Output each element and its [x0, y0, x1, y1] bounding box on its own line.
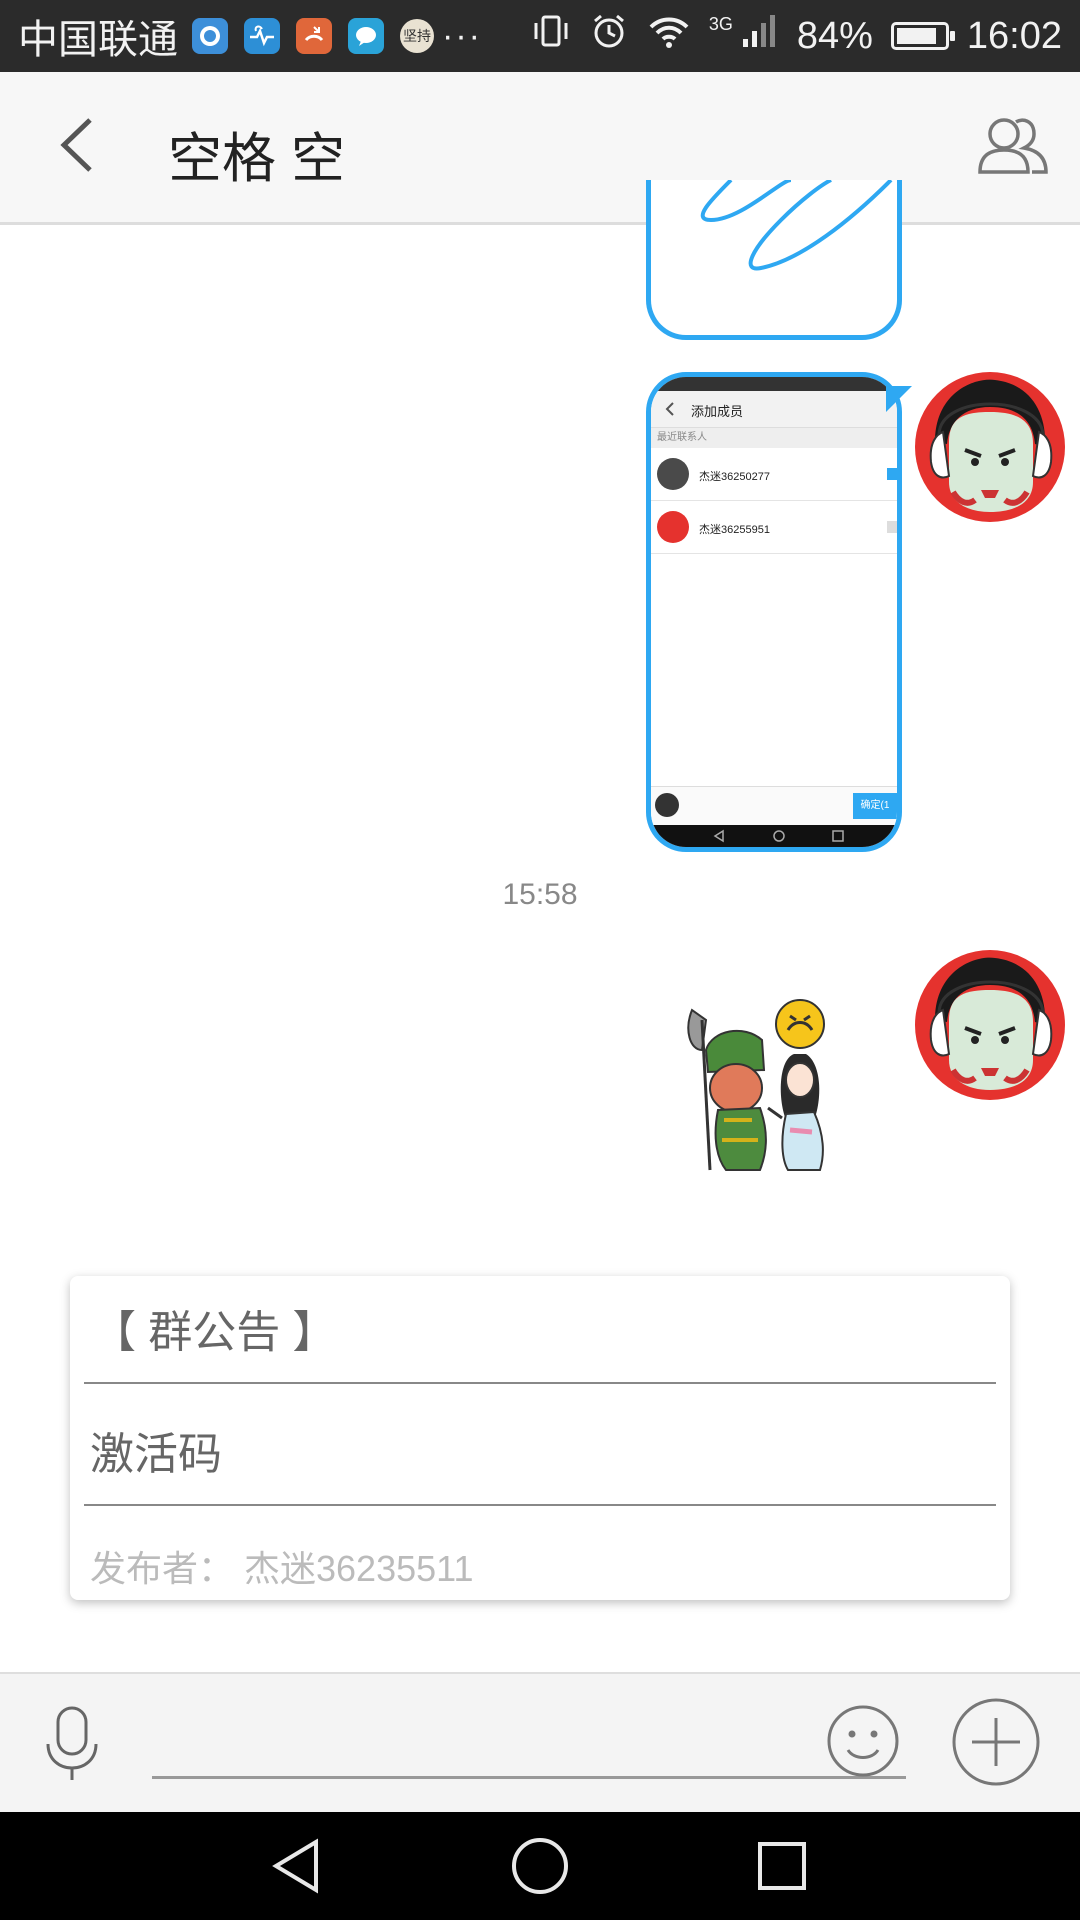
voice-button[interactable]: [40, 1704, 104, 1784]
jianchi-app-icon: 坚持: [400, 19, 434, 53]
divider: [84, 1504, 996, 1506]
announcement-author: 发布者： 杰迷36235511: [90, 1548, 474, 1589]
avatar-image: [929, 957, 1053, 1090]
screenshot-title: 添加成员: [691, 404, 744, 419]
screenshot-contact-row: 杰迷36250277: [651, 448, 897, 501]
battery-percent: 84%: [796, 14, 873, 57]
circle-home-icon: [512, 1838, 568, 1894]
avatar: [657, 458, 689, 490]
announcement-title: 【 群公告 】: [92, 1308, 337, 1357]
wifi-icon: [647, 11, 691, 61]
checkbox-icon: [887, 521, 897, 533]
nav-home-button[interactable]: [510, 1836, 570, 1896]
battery-icon: [890, 22, 955, 50]
avatar-image: [929, 379, 1053, 512]
health-icon: [244, 18, 280, 54]
plus-icon: [952, 1698, 1040, 1786]
chat-header: 空格 空: [0, 72, 1080, 225]
signal-icon: [739, 11, 779, 61]
emoji-button[interactable]: [824, 1702, 902, 1780]
group-icon: [978, 118, 1048, 174]
back-icon: [665, 402, 674, 416]
chat-title: 空格 空: [168, 129, 346, 189]
contact-name: 杰迷36255951: [699, 524, 770, 536]
nav-recents-button[interactable]: [752, 1836, 812, 1896]
sticker-image: [687, 999, 825, 1171]
announcement-body: 激活码: [90, 1430, 222, 1479]
avatar: [655, 793, 679, 817]
screenshot-message[interactable]: 添加成员 最近联系人 杰迷36250277 杰迷36255951 确定(1: [646, 372, 902, 852]
smiley-icon: [827, 1705, 899, 1777]
triangle-back-icon: [272, 1838, 318, 1894]
divider: [84, 1382, 996, 1384]
phone-icon: [296, 18, 332, 54]
qq-icon: [192, 18, 228, 54]
chevron-left-icon: [60, 118, 92, 172]
more-notifications: ···: [442, 16, 482, 55]
sketch-image: [700, 180, 893, 271]
message-timestamp: 15:58: [502, 878, 578, 911]
group-announcement-card[interactable]: 【 群公告 】 激活码 发布者： 杰迷36235511: [70, 1276, 1010, 1600]
checkbox-checked-icon: [887, 468, 897, 480]
avatar: [657, 511, 689, 543]
bubble-tail: [886, 386, 912, 412]
carrier-name: 中国联通: [18, 18, 178, 62]
sticker-message[interactable]: [682, 990, 882, 1180]
alarm-icon: [589, 11, 629, 61]
more-actions-button[interactable]: [950, 1696, 1042, 1788]
nav-bar: [651, 825, 897, 847]
status-bar: 中国联通 坚持 ··· 3G 84% 16:02: [0, 0, 1080, 72]
message-input-bar: [0, 1672, 1080, 1814]
screenshot-section: 最近联系人: [651, 428, 897, 448]
notification-icons: 坚持: [192, 18, 434, 54]
clock: 16:02: [966, 14, 1062, 57]
screenshot-contact-row: 杰迷36255951: [651, 501, 897, 554]
vibrate-icon: [531, 11, 571, 61]
messages-icon: [348, 18, 384, 54]
message-input[interactable]: [152, 1714, 906, 1779]
avatar[interactable]: [915, 950, 1065, 1100]
confirm-label: 确定(1: [853, 793, 897, 819]
contact-name: 杰迷36250277: [699, 471, 770, 483]
network-type: 3G: [708, 13, 733, 34]
avatar[interactable]: [915, 372, 1065, 522]
back-button[interactable]: [48, 110, 118, 180]
screenshot-image: 添加成员 最近联系人 杰迷36250277 杰迷36255951 确定(1: [651, 377, 897, 847]
square-recents-icon: [758, 1842, 806, 1890]
system-nav-bar: [0, 1812, 1080, 1920]
group-members-button[interactable]: [972, 106, 1052, 186]
image-message-partial[interactable]: [646, 180, 902, 340]
microphone-icon: [46, 1706, 98, 1780]
nav-back-button[interactable]: [268, 1836, 328, 1896]
